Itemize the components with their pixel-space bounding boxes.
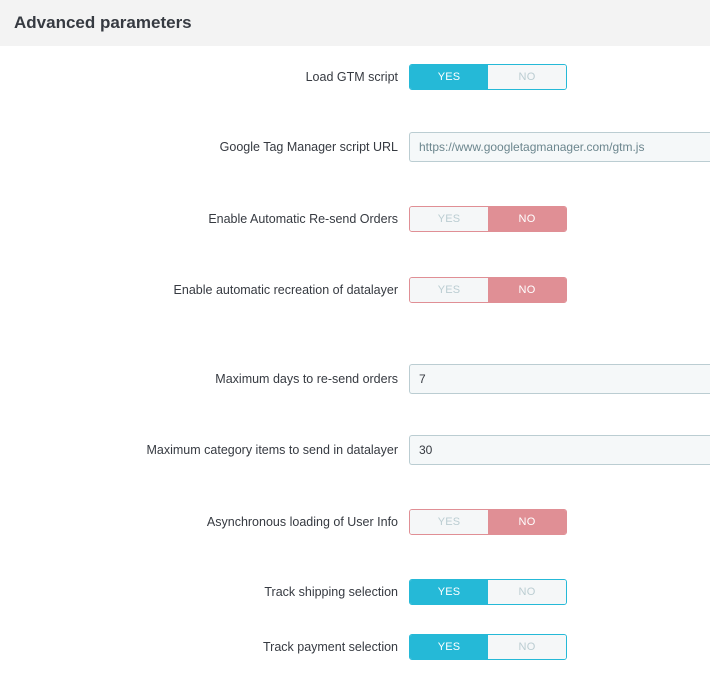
form-row-max-days-resend: Maximum days to re-send orders <box>0 364 710 394</box>
form-row-auto-resend-orders: Enable Automatic Re-send Orders YES NO <box>0 206 710 232</box>
label-auto-resend-orders: Enable Automatic Re-send Orders <box>208 212 398 226</box>
max-category-items-input[interactable] <box>409 435 710 465</box>
auto-resend-orders-yes-option[interactable]: YES <box>410 207 488 231</box>
track-shipping-yes-option[interactable]: YES <box>410 580 488 604</box>
load-gtm-script-switch[interactable]: YES NO <box>409 64 567 90</box>
label-gtm-script-url: Google Tag Manager script URL <box>219 140 398 154</box>
label-max-category-items: Maximum category items to send in datala… <box>146 443 399 457</box>
track-payment-yes-option[interactable]: YES <box>410 635 488 659</box>
max-days-resend-input[interactable] <box>409 364 710 394</box>
panel-title: Advanced parameters <box>14 13 192 32</box>
form-row-max-category-items: Maximum category items to send in datala… <box>0 435 710 465</box>
auto-resend-orders-no-option[interactable]: NO <box>488 207 566 231</box>
label-async-user-info: Asynchronous loading of User Info <box>206 515 398 529</box>
track-shipping-no-option[interactable]: NO <box>488 580 566 604</box>
label-auto-recreate-datalayer: Enable automatic recreation of datalayer <box>173 283 398 297</box>
auto-recreate-datalayer-switch[interactable]: YES NO <box>409 277 567 303</box>
label-track-payment: Track payment selection <box>262 640 398 654</box>
form-row-load-gtm-script: Load GTM script YES NO <box>0 64 710 90</box>
async-user-info-yes-option[interactable]: YES <box>410 510 488 534</box>
form-row-track-shipping: Track shipping selection YES NO <box>0 579 710 605</box>
panel-header: Advanced parameters <box>0 0 710 46</box>
form-row-async-user-info: Asynchronous loading of User Info YES NO <box>0 509 710 535</box>
label-max-days-resend: Maximum days to re-send orders <box>215 372 398 386</box>
track-payment-switch[interactable]: YES NO <box>409 634 567 660</box>
auto-recreate-datalayer-yes-option[interactable]: YES <box>410 278 488 302</box>
label-track-shipping: Track shipping selection <box>264 585 398 599</box>
label-load-gtm-script: Load GTM script <box>305 70 398 84</box>
form-row-gtm-script-url: Google Tag Manager script URL <box>0 132 710 162</box>
load-gtm-script-yes-option[interactable]: YES <box>410 65 488 89</box>
auto-recreate-datalayer-no-option[interactable]: NO <box>488 278 566 302</box>
auto-resend-orders-switch[interactable]: YES NO <box>409 206 567 232</box>
gtm-script-url-input[interactable] <box>409 132 710 162</box>
form-row-auto-recreate-datalayer: Enable automatic recreation of datalayer… <box>0 277 710 303</box>
load-gtm-script-no-option[interactable]: NO <box>488 65 566 89</box>
async-user-info-switch[interactable]: YES NO <box>409 509 567 535</box>
track-payment-no-option[interactable]: NO <box>488 635 566 659</box>
track-shipping-switch[interactable]: YES NO <box>409 579 567 605</box>
form-row-track-payment: Track payment selection YES NO <box>0 634 710 660</box>
async-user-info-no-option[interactable]: NO <box>488 510 566 534</box>
